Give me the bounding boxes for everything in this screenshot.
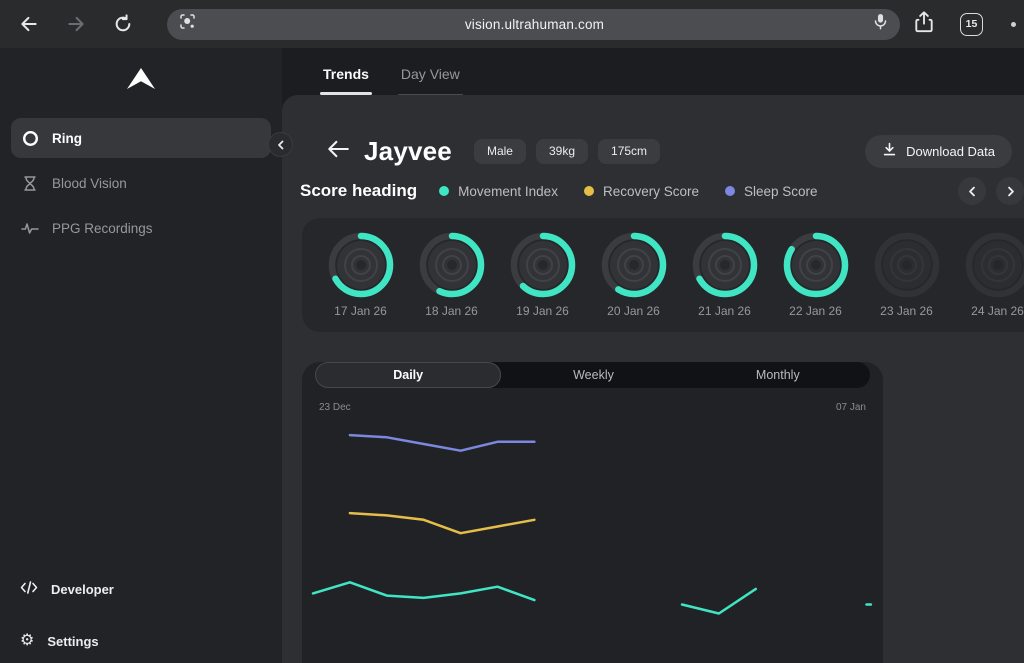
download-label: Download Data (906, 144, 995, 159)
score-heading: Score heading (300, 181, 417, 201)
url-text[interactable]: vision.ultrahuman.com (196, 17, 873, 32)
view-tabs: Trends Day View (282, 48, 1024, 95)
range-start-label: 23 Dec (319, 402, 351, 413)
score-ring-gauge (416, 229, 488, 301)
sidebar-item-label: Developer (51, 582, 114, 597)
sidebar-item-developer[interactable]: Developer (17, 577, 114, 601)
ring-date-label: 20 Jan 26 (607, 304, 660, 318)
score-ring-gauge (325, 229, 397, 301)
chart-date-range: 23 Dec 07 Jan (319, 402, 866, 413)
score-ring-gauge (507, 229, 579, 301)
ring-date-label: 23 Jan 26 (880, 304, 933, 318)
legend-label: Recovery Score (603, 184, 699, 199)
profile-badge: Male (474, 139, 526, 164)
score-trend-chart (302, 415, 883, 638)
legend-item: Recovery Score (584, 184, 699, 199)
sidebar-item-label: Blood Vision (52, 176, 127, 191)
ring-day-item[interactable]: 24 Jan 26 (952, 229, 1024, 332)
share-icon[interactable] (914, 11, 934, 38)
carousel-next-button[interactable] (996, 177, 1024, 205)
back-arrow-icon[interactable] (326, 138, 350, 165)
ring-date-label: 17 Jan 26 (334, 304, 387, 318)
ring-icon (21, 129, 39, 147)
gear-icon: ⚙ (20, 633, 34, 649)
score-legend: Movement Index Recovery Score Sleep Score (439, 184, 817, 199)
series-line-movement-index (313, 582, 534, 600)
sidebar-item-label: Settings (47, 634, 98, 649)
forward-icon[interactable] (65, 13, 87, 35)
ppg-waveform-icon (21, 219, 39, 237)
period-segmented-control: DailyWeeklyMonthly (315, 362, 870, 388)
period-option-daily[interactable]: Daily (315, 362, 501, 388)
main-content: Trends Day View Jayvee Male 39kg 175cm Down… (282, 48, 1024, 663)
download-icon (882, 142, 897, 160)
sidebar-item-label: Ring (52, 131, 82, 146)
ring-date-label: 19 Jan 26 (516, 304, 569, 318)
profile-badge: 39kg (536, 139, 588, 164)
score-ring-gauge (780, 229, 852, 301)
main-panel: Jayvee Male 39kg 175cm Download Data Score… (282, 95, 1024, 663)
profile-badge: 175cm (598, 139, 660, 164)
ring-day-item[interactable]: 18 Jan 26 (406, 229, 497, 332)
mic-icon[interactable] (873, 13, 888, 35)
score-ring-gauge (689, 229, 761, 301)
sidebar-item-ppg-recordings[interactable]: PPG Recordings (11, 208, 271, 248)
legend-label: Movement Index (458, 184, 558, 199)
ring-date-label: 18 Jan 26 (425, 304, 478, 318)
score-ring-gauge (598, 229, 670, 301)
score-ring-gauge (962, 229, 1024, 301)
lens-icon[interactable] (179, 13, 196, 35)
sidebar-collapse-button[interactable] (268, 132, 293, 157)
trend-chart-card: DailyWeeklyMonthly 23 Dec 07 Jan (302, 362, 883, 663)
legend-label: Sleep Score (744, 184, 818, 199)
legend-dot (584, 186, 594, 196)
ultrahuman-logo-icon (0, 48, 282, 90)
tab-day-view[interactable]: Day View (398, 66, 463, 95)
sidebar-nav: Ring Blood Vision PPG Recordings (0, 118, 282, 248)
ring-day-item[interactable]: 20 Jan 26 (588, 229, 679, 332)
back-icon[interactable] (18, 13, 40, 35)
address-bar[interactable]: vision.ultrahuman.com (167, 9, 900, 40)
daily-rings-card: 17 Jan 26 18 Jan 26 19 Jan 26 20 Jan 26 21 J… (302, 218, 1024, 332)
code-icon (20, 581, 38, 597)
browser-toolbar: vision.ultrahuman.com 15 (0, 0, 1024, 48)
ring-day-item[interactable]: 17 Jan 26 (315, 229, 406, 332)
series-line-sleep-score (350, 435, 535, 451)
series-line-movement-index (682, 589, 756, 614)
legend-item: Sleep Score (725, 184, 818, 199)
carousel-prev-button[interactable] (958, 177, 986, 205)
sidebar-item-ring[interactable]: Ring (11, 118, 271, 158)
sidebar: Ring Blood Vision PPG Recordings Developer… (0, 48, 282, 663)
tab-counter[interactable]: 15 (960, 13, 983, 36)
page-title: Jayvee (364, 136, 452, 167)
tab-label: Day View (401, 66, 460, 82)
reload-icon[interactable] (112, 13, 134, 35)
ring-day-item[interactable]: 23 Jan 26 (861, 229, 952, 332)
menu-dots-icon[interactable] (1011, 22, 1016, 27)
ring-day-item[interactable]: 22 Jan 26 (770, 229, 861, 332)
score-ring-gauge (871, 229, 943, 301)
score-row: Score heading Movement Index Recovery Sco… (300, 177, 1024, 205)
sidebar-item-blood-vision[interactable]: Blood Vision (11, 163, 271, 203)
period-option-weekly[interactable]: Weekly (501, 362, 685, 388)
sidebar-item-settings[interactable]: ⚙ Settings (17, 629, 99, 653)
series-line-recovery-score (350, 513, 535, 533)
ring-day-item[interactable]: 21 Jan 26 (679, 229, 770, 332)
sidebar-item-label: PPG Recordings (52, 221, 153, 236)
profile-header: Jayvee Male 39kg 175cm Download Data (326, 133, 1018, 169)
legend-dot (439, 186, 449, 196)
download-data-button[interactable]: Download Data (865, 135, 1012, 168)
ring-day-item[interactable]: 19 Jan 26 (497, 229, 588, 332)
ring-date-label: 21 Jan 26 (698, 304, 751, 318)
legend-item: Movement Index (439, 184, 558, 199)
ring-date-label: 24 Jan 26 (971, 304, 1024, 318)
tab-label: Trends (323, 66, 369, 82)
legend-dot (725, 186, 735, 196)
blood-vision-icon (21, 174, 39, 192)
tab-trends[interactable]: Trends (320, 66, 372, 95)
period-option-monthly[interactable]: Monthly (686, 362, 870, 388)
app-frame: Ring Blood Vision PPG Recordings Developer… (0, 48, 1024, 663)
range-end-label: 07 Jan (836, 402, 866, 413)
ring-date-label: 22 Jan 26 (789, 304, 842, 318)
